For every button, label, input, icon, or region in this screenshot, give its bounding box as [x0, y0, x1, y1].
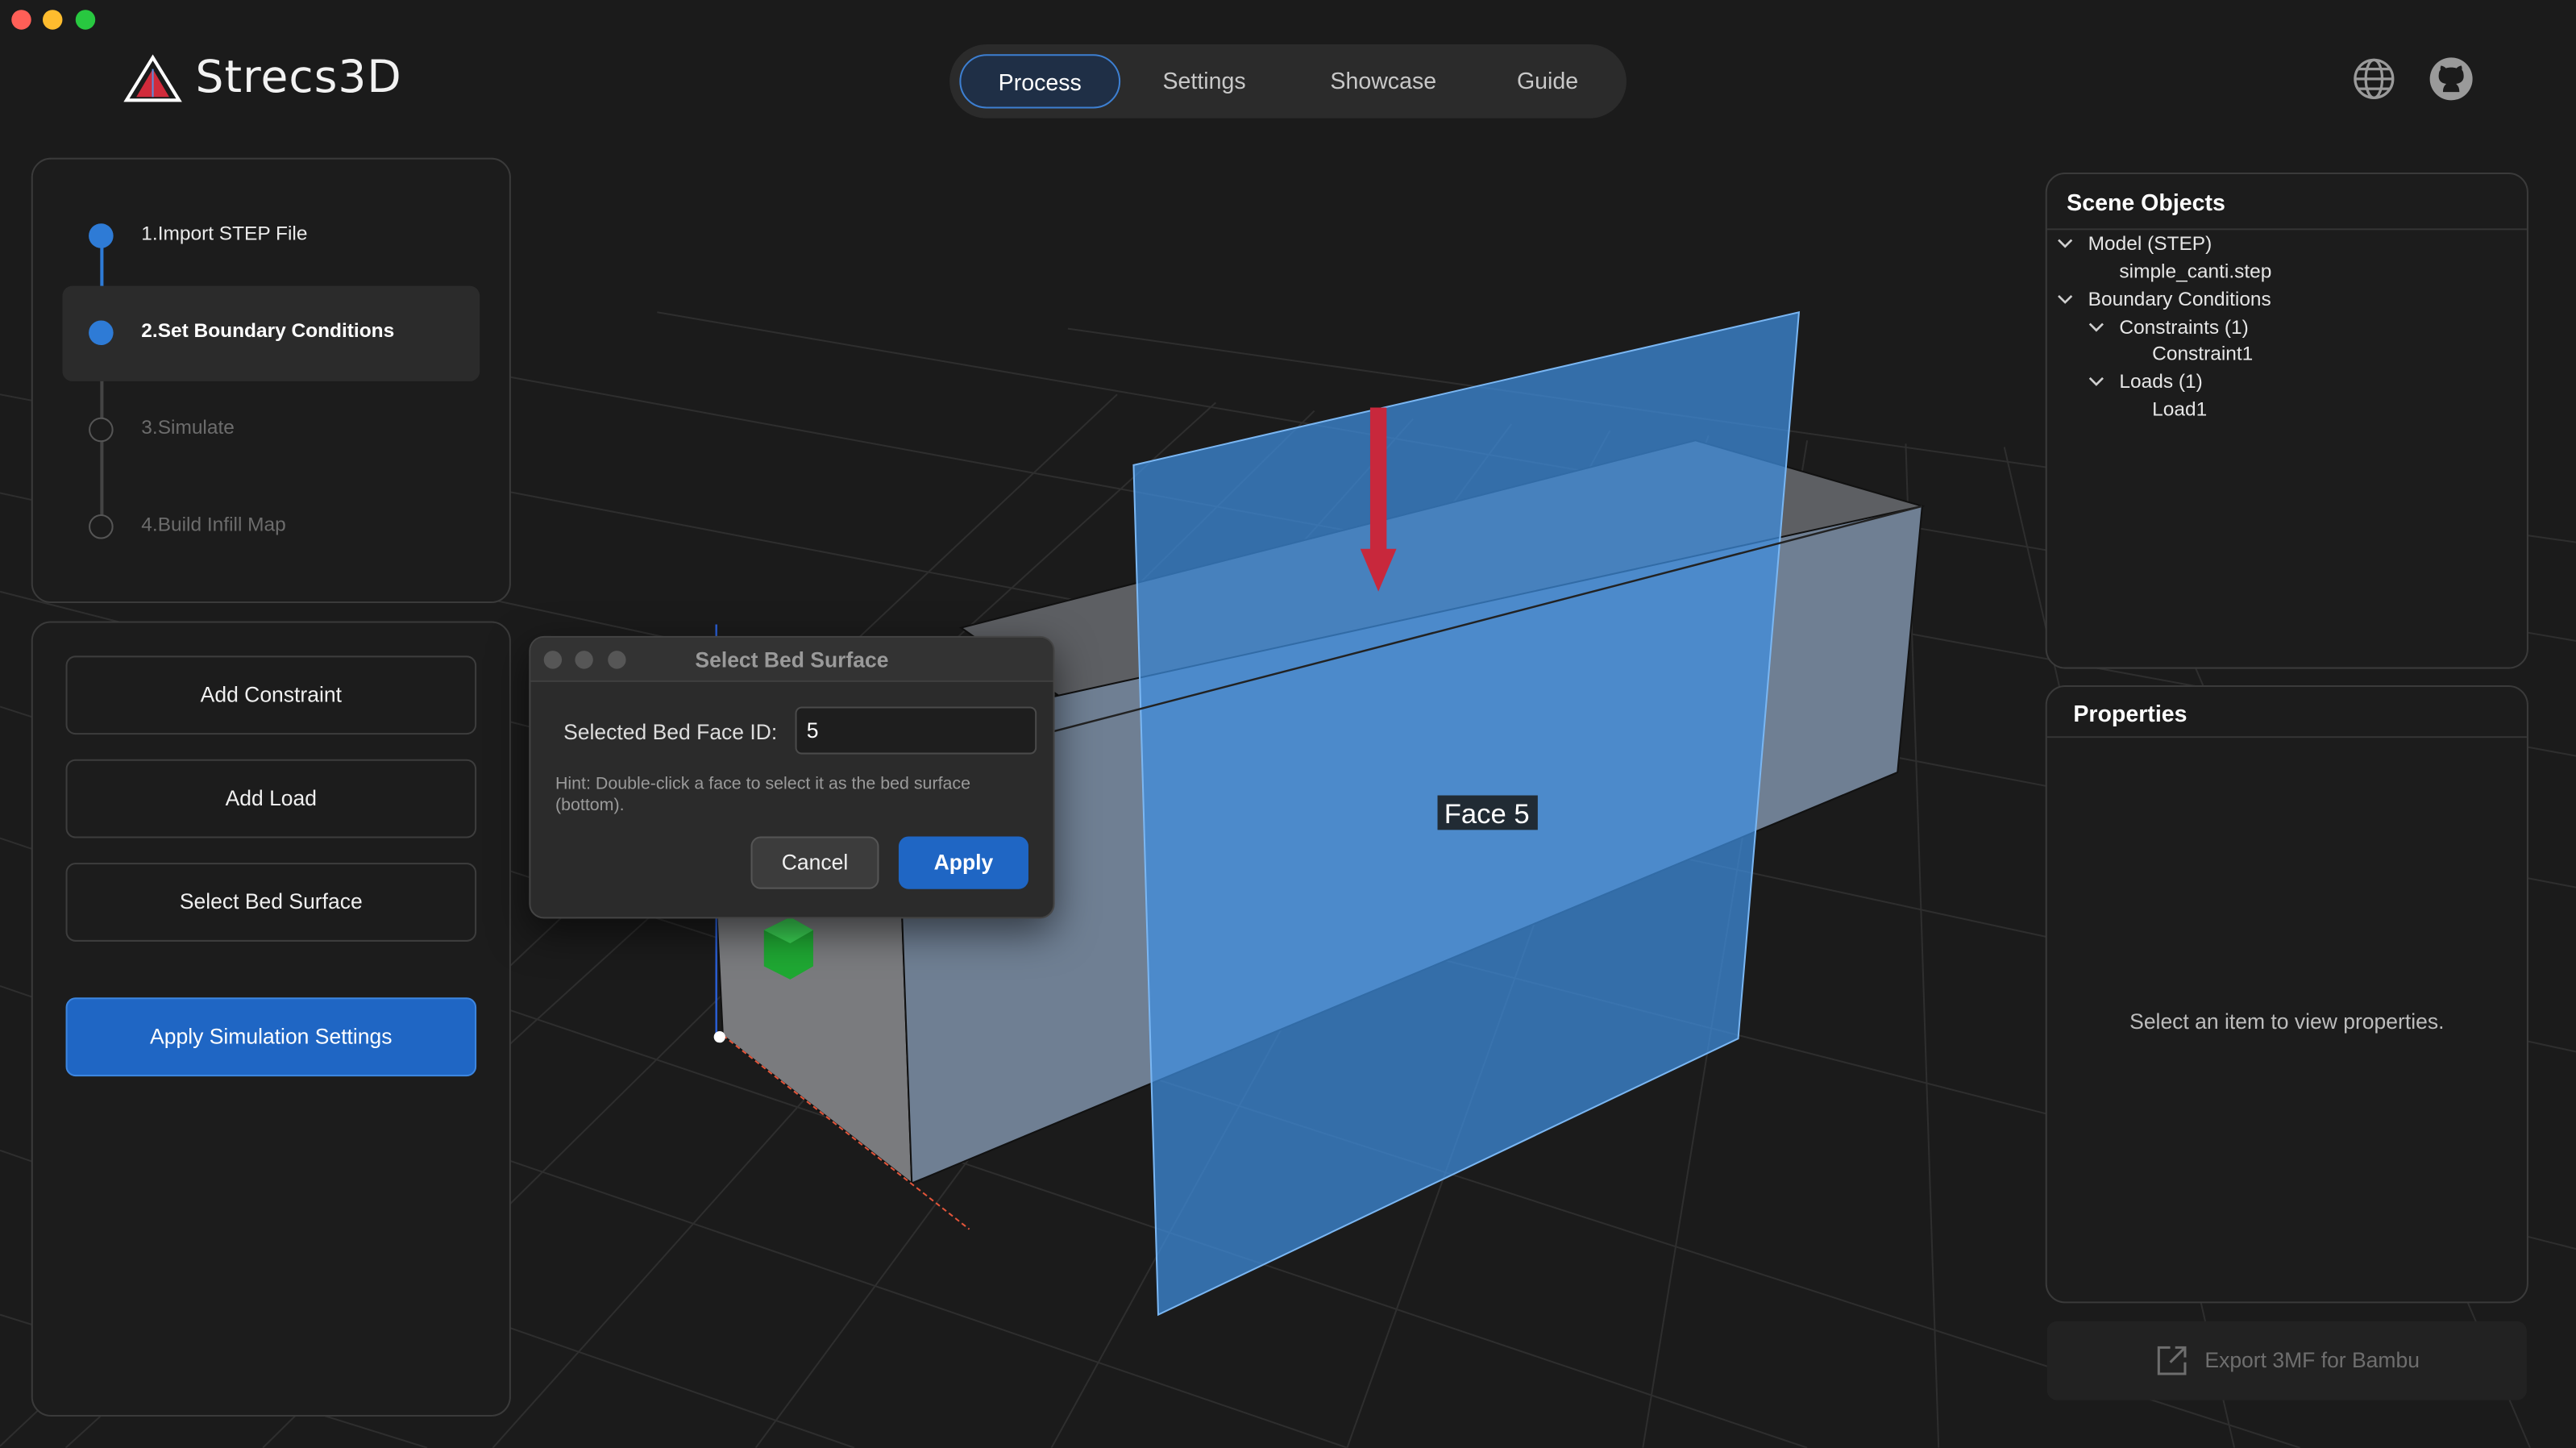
export-icon — [2157, 1346, 2187, 1375]
chevron-down-icon[interactable] — [2088, 318, 2104, 335]
step-label: 2.Set Boundary Conditions — [141, 318, 395, 342]
triangle-logo-icon — [123, 53, 182, 102]
step-label: 4.Build Infill Map — [141, 512, 286, 536]
select-bed-surface-button[interactable]: Select Bed Surface — [65, 863, 477, 942]
cancel-button[interactable]: Cancel — [750, 836, 879, 889]
select-bed-surface-dialog: Select Bed Surface Selected Bed Face ID:… — [529, 635, 1055, 919]
export-label: Export 3MF for Bambu — [2204, 1347, 2420, 1372]
add-constraint-button[interactable]: Add Constraint — [65, 655, 477, 735]
step-label: 1.Import STEP File — [141, 222, 308, 245]
divider — [2046, 228, 2527, 231]
tab-settings[interactable]: Settings — [1133, 54, 1274, 108]
tab-process[interactable]: Process — [959, 54, 1121, 109]
step-infill-map[interactable]: 4.Build Infill Map — [62, 480, 480, 575]
step-done-icon — [89, 223, 114, 248]
step-boundary-conditions[interactable]: 2.Set Boundary Conditions — [62, 285, 480, 381]
step-import[interactable]: 1.Import STEP File — [62, 189, 480, 284]
chevron-down-icon[interactable] — [2088, 373, 2104, 389]
tab-showcase[interactable]: Showcase — [1304, 54, 1462, 108]
tree-item-boundary-conditions[interactable]: Boundary Conditions — [2088, 288, 2271, 311]
window-maximize-button[interactable] — [75, 10, 96, 30]
scene-objects-panel: Scene Objects Model (STEP) simple_canti.… — [2045, 173, 2528, 669]
properties-panel: Properties Select an item to view proper… — [2045, 684, 2528, 1304]
face-label-text: Face 5 — [1444, 799, 1530, 830]
chevron-down-icon[interactable] — [2057, 235, 2073, 251]
github-icon[interactable] — [2429, 56, 2474, 102]
chevron-down-icon[interactable] — [2057, 291, 2073, 307]
apply-button[interactable]: Apply — [898, 836, 1028, 889]
tab-guide[interactable]: Guide — [1485, 54, 1610, 108]
apply-simulation-settings-button[interactable]: Apply Simulation Settings — [65, 997, 477, 1077]
brand: Strecs3D — [123, 52, 402, 103]
dialog-hint: Hint: Double-click a face to select it a… — [555, 774, 971, 815]
divider — [2046, 736, 2527, 739]
dialog-titlebar[interactable]: Select Bed Surface — [530, 637, 1053, 682]
dialog-title: Select Bed Surface — [695, 647, 889, 672]
step-todo-icon — [89, 514, 114, 539]
window-close-button[interactable] — [11, 10, 31, 30]
properties-empty-message: Select an item to view properties. — [2129, 1009, 2445, 1034]
app-name: Strecs3D — [195, 52, 402, 104]
add-load-button[interactable]: Add Load — [65, 759, 477, 838]
panel-title: Scene Objects — [2067, 189, 2225, 216]
tree-item-load1[interactable]: Load1 — [2152, 397, 2207, 421]
tree-item-step-file[interactable]: simple_canti.step — [2119, 260, 2271, 283]
globe-icon[interactable] — [2351, 56, 2397, 102]
tree-item-loads[interactable]: Loads (1) — [2119, 370, 2202, 393]
step-label: 3.Simulate — [141, 415, 235, 439]
window-minimize-button[interactable] — [42, 10, 63, 30]
bed-face-id-input[interactable] — [795, 706, 1037, 755]
steps-panel: 1.Import STEP File 2.Set Boundary Condit… — [31, 157, 511, 604]
tree-item-model[interactable]: Model (STEP) — [2088, 231, 2212, 255]
origin-marker — [713, 1031, 725, 1043]
step-current-icon — [89, 320, 114, 346]
tree-item-constraint1[interactable]: Constraint1 — [2152, 342, 2253, 365]
panel-title: Properties — [2073, 700, 2188, 726]
export-3mf-button[interactable]: Export 3MF for Bambu — [2046, 1321, 2527, 1400]
main-nav: Process Settings Showcase Guide — [949, 44, 1627, 119]
tree-item-constraints[interactable]: Constraints (1) — [2119, 315, 2248, 339]
step-todo-icon — [89, 417, 114, 443]
face-label: Face 5 — [1437, 795, 1538, 830]
step-simulate[interactable]: 3.Simulate — [62, 383, 480, 478]
actions-panel: Add Constraint Add Load Select Bed Surfa… — [31, 621, 511, 1417]
bed-face-id-label: Selected Bed Face ID: — [563, 719, 778, 745]
